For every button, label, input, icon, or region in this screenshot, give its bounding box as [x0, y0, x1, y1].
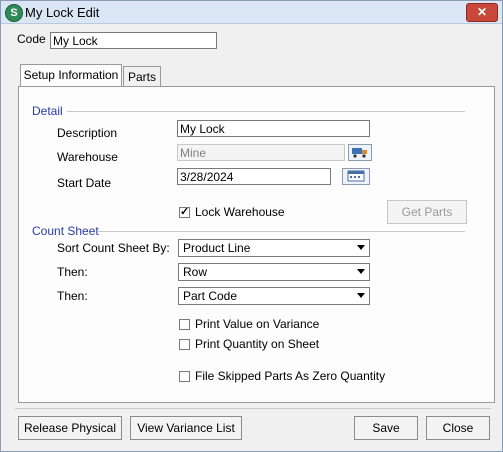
- calendar-icon: [347, 170, 365, 182]
- description-input[interactable]: My Lock: [177, 120, 370, 137]
- code-input[interactable]: My Lock: [50, 32, 217, 49]
- print-quantity-on-sheet-checkbox[interactable]: [179, 339, 190, 350]
- detail-divider: [67, 111, 465, 112]
- save-button[interactable]: Save: [354, 416, 418, 440]
- print-value-on-variance-label: Print Value on Variance: [195, 317, 320, 331]
- get-parts-button[interactable]: Get Parts: [387, 200, 467, 224]
- warehouse-label: Warehouse: [57, 150, 118, 164]
- then-1-select[interactable]: Row: [178, 263, 370, 281]
- then-2-value: Part Code: [183, 289, 238, 303]
- start-date-input[interactable]: 3/28/2024: [177, 168, 331, 185]
- truck-icon: [352, 148, 367, 158]
- lock-warehouse-checkbox[interactable]: ✓: [179, 207, 190, 218]
- window-title: My Lock Edit: [25, 5, 100, 20]
- start-date-label: Start Date: [57, 176, 112, 190]
- count-sheet-section-title: Count Sheet: [32, 224, 99, 238]
- warehouse-input[interactable]: Mine: [177, 144, 345, 161]
- detail-section-title: Detail: [32, 104, 63, 118]
- footer-divider: [15, 408, 491, 409]
- file-skipped-parts-checkbox[interactable]: [179, 371, 190, 382]
- title-bar: S My Lock Edit ✕: [1, 1, 502, 24]
- close-window-button[interactable]: ✕: [466, 3, 498, 22]
- sort-by-label: Sort Count Sheet By:: [57, 241, 170, 255]
- calendar-button[interactable]: [342, 168, 370, 185]
- view-variance-list-button[interactable]: View Variance List: [130, 416, 242, 440]
- then-2-label: Then:: [57, 289, 88, 303]
- sort-by-value: Product Line: [183, 241, 251, 255]
- count-sheet-divider: [98, 231, 465, 232]
- print-value-on-variance-checkbox[interactable]: [179, 319, 190, 330]
- then-2-select[interactable]: Part Code: [178, 287, 370, 305]
- then-1-label: Then:: [57, 265, 88, 279]
- chevron-down-icon: [357, 269, 365, 274]
- print-quantity-on-sheet-label: Print Quantity on Sheet: [195, 337, 320, 351]
- close-button[interactable]: Close: [426, 416, 490, 440]
- tab-setup-information[interactable]: Setup Information: [20, 64, 122, 86]
- tab-parts[interactable]: Parts: [123, 66, 161, 86]
- app-icon: S: [5, 4, 23, 22]
- lock-warehouse-label: Lock Warehouse: [195, 205, 285, 219]
- dialog-window: S My Lock Edit ✕ Code My Lock Setup Info…: [0, 0, 503, 452]
- warehouse-lookup-button[interactable]: [348, 144, 372, 161]
- sort-by-select[interactable]: Product Line: [178, 239, 370, 257]
- then-1-value: Row: [183, 265, 208, 279]
- description-label: Description: [57, 126, 118, 140]
- release-physical-button[interactable]: Release Physical: [18, 416, 122, 440]
- chevron-down-icon: [357, 245, 365, 250]
- chevron-down-icon: [357, 293, 365, 298]
- code-label: Code: [17, 32, 46, 46]
- file-skipped-parts-label: File Skipped Parts As Zero Quantity: [195, 369, 386, 383]
